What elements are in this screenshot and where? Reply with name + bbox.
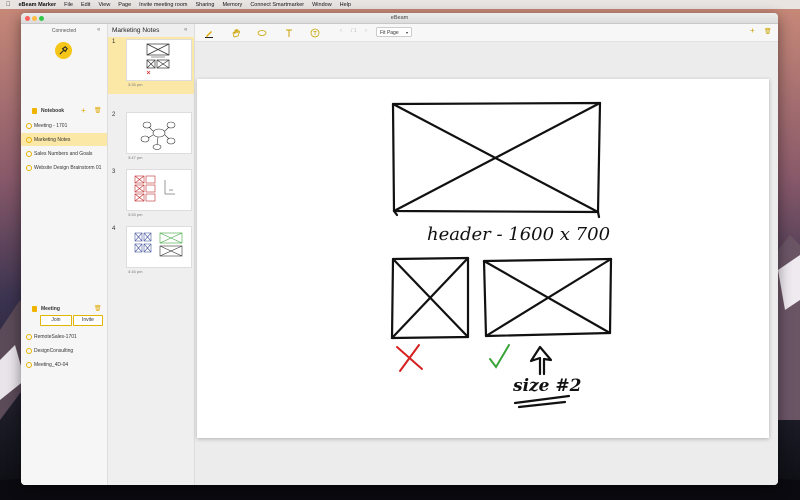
sidebar: Connected « Notebook + 🗑 Meeting - 1701 … [21,24,108,485]
notebook-icon [32,108,37,114]
meeting-item[interactable]: Meeting_4D-04 [21,358,107,371]
notebook-ring-icon [26,151,32,157]
page-thumbnail-item[interactable]: 3 3:53 pm [108,167,194,224]
notebook-item[interactable]: Website Design Brainstorm 01 [21,161,107,174]
invite-button[interactable]: Invite [73,315,103,326]
next-page-icon[interactable]: › [365,28,367,34]
whiteboard-page[interactable]: header - 1600 x 700 size #2 [197,79,769,438]
page-thumbnail-item[interactable]: 4 4:16 pm [108,224,194,281]
device-logo-icon[interactable] [55,42,72,59]
notebook-item[interactable]: Meeting - 1701 [21,119,107,132]
handwritten-sketch: header - 1600 x 700 size #2 [390,101,613,409]
notebook-item-selected[interactable]: Marketing Notes [21,133,107,146]
page-thumbnail-item[interactable]: 2 3:47 pm [108,110,194,167]
page-indicator: / 1 [351,28,357,34]
previous-page-icon[interactable]: ‹ [340,28,342,34]
meeting-ring-icon [26,334,32,340]
window-title: eBeam [390,15,409,21]
zoom-select[interactable]: Fit Page ▾ [376,27,412,37]
meeting-icon [32,306,37,312]
connection-status: Connected [51,28,77,34]
minimize-window-button[interactable] [32,15,37,21]
notebook-ring-icon [26,165,32,171]
delete-page-icon[interactable]: 🗑 [764,28,772,35]
page-thumbnail [126,169,192,211]
meeting-header: Meeting 🗑 [21,303,107,315]
meeting-ring-icon [26,348,32,354]
add-page-icon[interactable]: + [750,26,755,35]
notebook-ring-icon [26,123,32,129]
add-notebook-icon[interactable]: + [81,106,86,115]
pen-tool-icon[interactable] [204,28,214,40]
meeting-item[interactable]: RemoteSales-1701 [21,330,107,343]
notebook-ring-icon [26,137,32,143]
collapse-pages-icon[interactable]: « [184,27,187,33]
delete-notebook-icon[interactable]: 🗑 [94,107,102,114]
join-button[interactable]: Join [40,315,72,326]
pages-title: Marketing Notes [112,27,160,34]
eraser-tool-icon[interactable] [257,28,267,40]
toolbar: ‹ / 1 › Fit Page ▾ + 🗑 [195,24,778,42]
page-thumbnail [126,226,192,268]
collapse-sidebar-icon[interactable]: « [97,27,100,33]
hand-tool-icon[interactable] [231,28,241,40]
chevron-down-icon: ▾ [405,30,408,35]
page-thumbnail [126,112,192,154]
zoom-window-button[interactable] [39,15,44,21]
meeting-ring-icon [26,362,32,368]
stamp-tool-icon[interactable] [310,28,320,40]
text-tool-icon[interactable] [284,28,294,40]
page-thumbnail [126,39,192,81]
header-annotation: header - 1600 x 700 [427,224,610,245]
page-thumbnail-item[interactable]: 1 3:33 pm [108,37,194,94]
meeting-item[interactable]: DesignConsulting [21,344,107,357]
size-annotation: size #2 [512,376,582,396]
notebook-header: Notebook + 🗑 [21,105,107,117]
title-bar: eBeam [21,13,778,24]
notebook-item[interactable]: Sales Numbers and Goals [21,147,107,160]
delete-meeting-icon[interactable]: 🗑 [94,305,102,312]
pages-panel: Marketing Notes « 1 3:33 pm 2 3:47 pm 3 … [108,24,195,485]
close-window-button[interactable] [25,15,30,21]
